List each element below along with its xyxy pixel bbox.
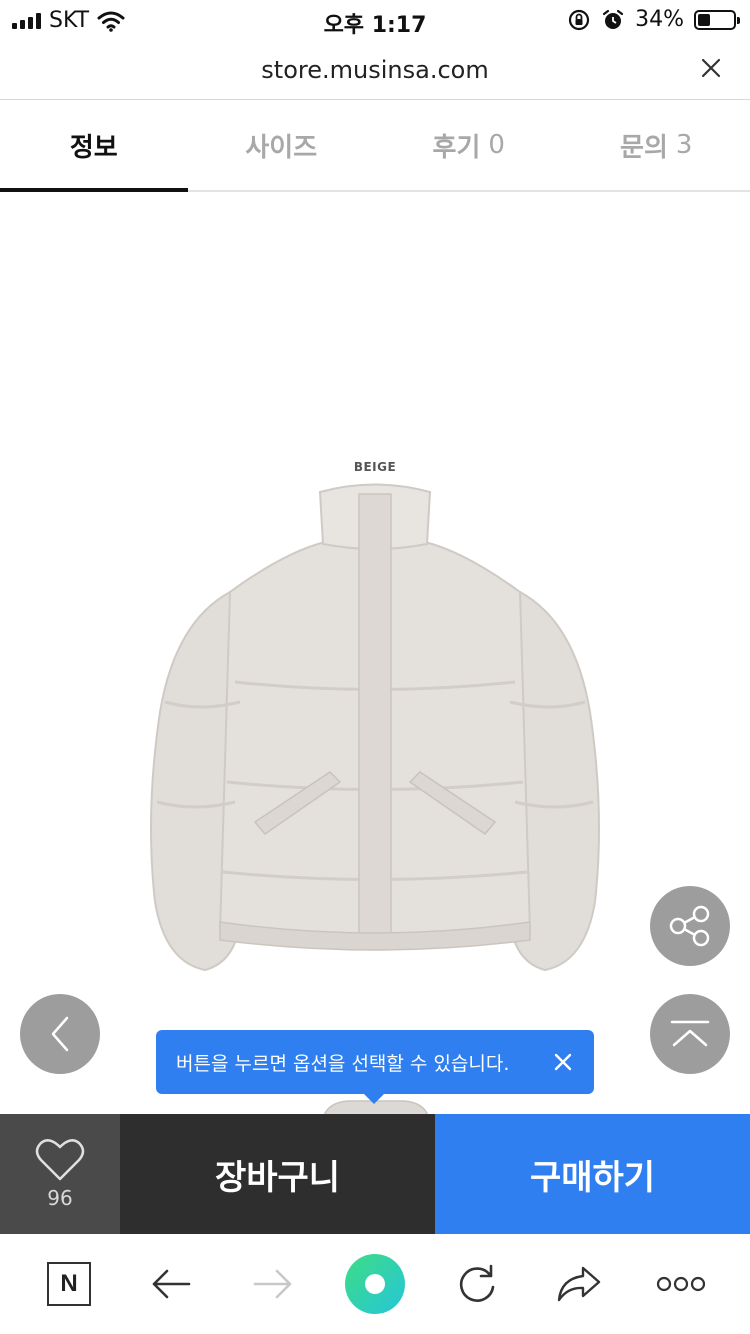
battery-icon xyxy=(694,9,740,30)
forward-arrow-icon xyxy=(253,1269,292,1299)
like-count: 96 xyxy=(47,1186,73,1210)
add-to-cart-button[interactable]: 장바구니 xyxy=(120,1114,435,1234)
green-dot-button[interactable] xyxy=(345,1254,405,1314)
tab-size[interactable]: 사이즈 xyxy=(188,100,376,190)
status-left: SKT xyxy=(12,8,125,33)
share-icon xyxy=(669,905,710,947)
share-button[interactable] xyxy=(650,886,730,966)
close-icon[interactable] xyxy=(552,1051,574,1073)
tab-count: 0 xyxy=(488,130,505,160)
naver-home-button[interactable]: N xyxy=(39,1254,99,1314)
tab-inquiries[interactable]: 문의 3 xyxy=(563,100,750,190)
option-tooltip: 버튼을 누르면 옵션을 선택할 수 있습니다. xyxy=(156,1030,594,1104)
reload-button[interactable] xyxy=(447,1254,507,1314)
tab-label: 후기 xyxy=(432,132,481,163)
tooltip-text: 버튼을 누르면 옵션을 선택할 수 있습니다. xyxy=(176,1052,510,1075)
tab-label: 정보 xyxy=(69,132,118,163)
orientation-lock-icon xyxy=(568,9,590,30)
tab-info[interactable]: 정보 xyxy=(0,100,188,192)
status-bar: SKT 오후 1:17 34% xyxy=(0,0,750,40)
green-dot-icon xyxy=(345,1254,405,1314)
back-button[interactable] xyxy=(141,1254,201,1314)
battery-fill xyxy=(698,13,710,26)
tab-count: 3 xyxy=(675,130,693,160)
wifi-icon xyxy=(97,11,125,32)
close-icon[interactable] xyxy=(698,55,724,81)
share-page-button[interactable] xyxy=(549,1254,609,1314)
forward-button[interactable] xyxy=(243,1254,303,1314)
scroll-top-button[interactable] xyxy=(650,994,730,1074)
purchase-action-bar: 96 장바구니 구매하기 xyxy=(0,1114,750,1234)
product-image-area: BEIGE xyxy=(0,192,750,1114)
heart-icon xyxy=(35,1139,85,1181)
alarm-icon xyxy=(602,9,624,29)
product-jacket-image xyxy=(150,483,600,972)
browser-toolbar: N xyxy=(0,1234,750,1334)
url-text[interactable]: store.musinsa.com xyxy=(0,56,750,84)
tab-label: 사이즈 xyxy=(245,132,318,163)
naver-home-icon: N xyxy=(47,1262,91,1306)
more-icon xyxy=(656,1276,706,1292)
url-bar: store.musinsa.com xyxy=(0,40,750,100)
buy-now-button[interactable]: 구매하기 xyxy=(435,1114,750,1234)
more-button[interactable] xyxy=(651,1254,711,1314)
chevron-left-icon xyxy=(51,1016,69,1052)
back-arrow-icon xyxy=(152,1269,191,1299)
carrier-label: SKT xyxy=(49,8,90,33)
color-label: BEIGE xyxy=(353,460,397,474)
tab-reviews[interactable]: 후기 0 xyxy=(375,100,563,190)
scroll-top-icon xyxy=(670,1020,710,1047)
signal-icon xyxy=(12,12,41,29)
share-arrow-icon xyxy=(557,1266,601,1302)
like-button[interactable]: 96 xyxy=(0,1114,120,1234)
battery-percent: 34% xyxy=(635,7,684,32)
tab-label: 문의 xyxy=(620,132,668,163)
previous-image-button[interactable] xyxy=(20,994,100,1074)
product-tabs: 정보 사이즈 후기 0 문의 3 xyxy=(0,100,750,192)
reload-icon xyxy=(459,1264,495,1302)
status-right: 34% xyxy=(567,7,740,32)
